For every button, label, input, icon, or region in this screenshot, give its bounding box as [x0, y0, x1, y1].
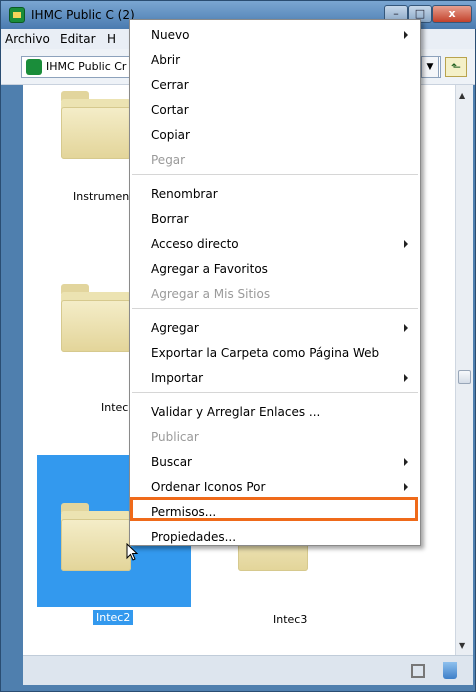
folder-label[interactable]: Instrumen: [73, 190, 129, 203]
menu-item-label: Propiedades...: [151, 530, 237, 544]
trash-icon[interactable]: [443, 662, 457, 679]
menu-item[interactable]: Cortar: [130, 97, 420, 122]
menu-item[interactable]: Importar: [130, 365, 420, 390]
menu-item-label: Publicar: [151, 430, 199, 444]
highlight-outline: [130, 497, 418, 521]
scroll-thumb[interactable]: [458, 370, 471, 384]
menu-item[interactable]: Copiar: [130, 122, 420, 147]
menu-item[interactable]: Agregar a Favoritos: [130, 256, 420, 281]
location-dropdown-button[interactable]: ▼: [421, 56, 439, 78]
menu-item-label: Importar: [151, 371, 204, 385]
folder-label[interactable]: Intec3: [273, 613, 307, 626]
mouse-cursor-icon: [126, 543, 139, 561]
menu-item[interactable]: Cerrar: [130, 72, 420, 97]
menu-item[interactable]: Abrir: [130, 47, 420, 72]
menu-item: Agregar a Mis Sitios: [130, 281, 420, 306]
menu-item-label: Cortar: [151, 103, 189, 117]
scroll-down-arrow-icon[interactable]: ▼: [459, 641, 465, 650]
menu-item[interactable]: Nuevo: [130, 22, 420, 47]
submenu-arrow-icon: [404, 374, 408, 382]
menu-item-label: Pegar: [151, 153, 186, 167]
app-icon: [9, 7, 25, 23]
menu-item[interactable]: Agregar: [130, 315, 420, 340]
network-icon[interactable]: [411, 664, 425, 678]
submenu-arrow-icon: [404, 240, 408, 248]
scroll-up-arrow-icon[interactable]: ▲: [459, 91, 465, 100]
menu-item-label: Agregar a Mis Sitios: [151, 287, 271, 301]
selected-folder-label[interactable]: Intec2: [93, 610, 134, 625]
menu-item-label: Ordenar Iconos Por: [151, 480, 266, 494]
menu-item[interactable]: Exportar la Carpeta como Página Web: [130, 340, 420, 365]
menu-editar[interactable]: Editar: [60, 32, 96, 46]
menu-item-label: Agregar: [151, 321, 199, 335]
up-folder-button[interactable]: ⬑: [445, 57, 467, 77]
submenu-arrow-icon: [404, 31, 408, 39]
menu-item-label: Validar y Arreglar Enlaces ...: [151, 405, 321, 419]
submenu-arrow-icon: [404, 458, 408, 466]
menu-item-label: Renombrar: [151, 187, 218, 201]
menu-separator: [132, 392, 418, 393]
status-bar: [23, 655, 473, 685]
menu-item[interactable]: Borrar: [130, 206, 420, 231]
menu-item-label: Buscar: [151, 455, 192, 469]
menu-item-label: Nuevo: [151, 28, 190, 42]
menu-item-label: Acceso directo: [151, 237, 239, 251]
location-icon: [26, 59, 42, 75]
menu-item[interactable]: Ordenar Iconos Por: [130, 474, 420, 499]
folder-label[interactable]: Intec: [101, 401, 128, 414]
context-menu: Nuevo Abrir Cerrar Cortar Copiar Pegar Renombr…: [129, 19, 421, 546]
menu-separator: [132, 174, 418, 175]
menu-h[interactable]: H: [107, 32, 116, 46]
menu-item[interactable]: Validar y Arreglar Enlaces ...: [130, 399, 420, 424]
menu-item-label: Copiar: [151, 128, 190, 142]
close-button[interactable]: x: [432, 5, 472, 23]
menu-item[interactable]: Propiedades...: [130, 524, 420, 549]
menu-item-label: Abrir: [151, 53, 181, 67]
menu-item: Pegar: [130, 147, 420, 172]
menu-separator: [132, 308, 418, 309]
menu-item[interactable]: Buscar: [130, 449, 420, 474]
menu-item-label: Agregar a Favoritos: [151, 262, 268, 276]
menu-item-label: Cerrar: [151, 78, 189, 92]
menu-archivo[interactable]: Archivo: [5, 32, 50, 46]
menu-item-label: Exportar la Carpeta como Página Web: [151, 346, 380, 360]
vertical-scrollbar[interactable]: ▲ ▼: [455, 85, 473, 655]
location-text: IHMC Public Cr: [46, 60, 127, 73]
menu-item-label: Borrar: [151, 212, 189, 226]
menu-item[interactable]: Acceso directo: [130, 231, 420, 256]
menu-item: Publicar: [130, 424, 420, 449]
window-title: IHMC Public C (2): [31, 8, 135, 22]
submenu-arrow-icon: [404, 324, 408, 332]
menu-item[interactable]: Renombrar: [130, 181, 420, 206]
submenu-arrow-icon: [404, 483, 408, 491]
